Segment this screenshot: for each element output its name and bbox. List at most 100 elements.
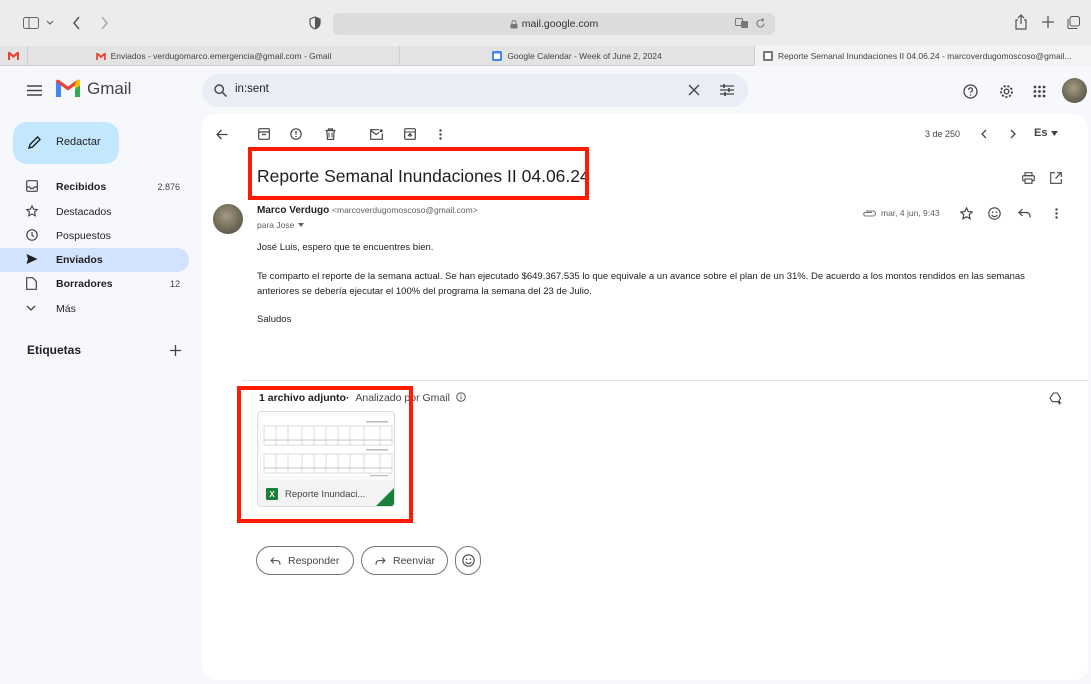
forward-arrow-icon <box>375 556 386 565</box>
clock-icon <box>26 229 38 241</box>
email-date: mar, 4 jun, 9:43 <box>881 208 940 218</box>
gmail-app: Gmail in:sent Redactar Recibidos 2.876 D… <box>0 67 1091 684</box>
sender-email: <marcoverdugomoscoso@gmail.com> <box>332 205 478 215</box>
draft-count: 12 <box>169 279 180 289</box>
search-bar[interactable]: in:sent <box>202 74 748 107</box>
forward-label: Reenviar <box>393 554 436 567</box>
pinned-tab-gmail[interactable] <box>0 46 28 66</box>
sidebar-item-recibidos[interactable]: Recibidos 2.876 <box>0 175 189 199</box>
main-menu-icon[interactable] <box>25 81 43 99</box>
recipients-text: para Jose <box>257 220 295 230</box>
privacy-shield-icon[interactable] <box>307 15 323 31</box>
chevron-down-icon[interactable] <box>45 17 55 29</box>
reply-label: Responder <box>288 554 340 567</box>
address-bar[interactable]: mail.google.com <box>333 13 775 35</box>
sidebar-item-label: Enviados <box>56 254 103 266</box>
sender-avatar[interactable] <box>213 204 243 234</box>
tab-enviados[interactable]: Enviados - verdugomarco.emergencia@gmail… <box>28 46 400 66</box>
chevron-down-icon <box>26 305 36 311</box>
url-text: mail.google.com <box>521 18 599 30</box>
star-icon[interactable] <box>958 205 974 221</box>
reply-icon <box>270 556 281 565</box>
mark-unread-icon[interactable] <box>368 126 384 142</box>
search-options-icon[interactable] <box>720 83 734 97</box>
sidebar-item-label: Pospuestos <box>56 230 111 242</box>
sender-name[interactable]: Marco Verdugo <box>257 205 329 216</box>
more-options-icon[interactable] <box>434 126 446 142</box>
account-avatar[interactable] <box>1062 78 1087 103</box>
document-icon <box>763 51 773 61</box>
search-input[interactable]: in:sent <box>235 83 269 95</box>
tab-overview-icon[interactable] <box>1065 14 1081 30</box>
gmail-logo-icon <box>56 79 80 97</box>
help-icon[interactable] <box>962 83 978 99</box>
attachment-clip-icon <box>861 207 877 219</box>
new-tab-icon[interactable] <box>1040 14 1056 30</box>
message-more-icon[interactable] <box>1051 206 1061 220</box>
unread-count: 2.876 <box>157 182 180 192</box>
sidebar-item-pospuestos[interactable]: Pospuestos <box>0 224 189 248</box>
reply-icon[interactable] <box>1016 206 1032 220</box>
pencil-icon <box>28 136 41 149</box>
apps-grid-icon[interactable] <box>1031 83 1047 99</box>
message-panel: 3 de 250 Es Reporte Semanal Inundaciones… <box>202 114 1088 680</box>
back-to-list-icon[interactable] <box>214 126 230 142</box>
emoji-reply-button[interactable] <box>455 546 481 575</box>
sidebar-toggle-icon[interactable] <box>22 16 40 30</box>
newer-chevron-icon[interactable] <box>977 126 991 142</box>
attachments-divider <box>242 380 1088 381</box>
sidebar-item-destacados[interactable]: Destacados <box>0 200 189 224</box>
calendar-icon <box>492 51 503 61</box>
caret-down-icon <box>298 223 305 227</box>
report-spam-icon[interactable] <box>288 126 304 142</box>
sidebar-item-mas[interactable]: Más <box>0 297 189 321</box>
body-signoff: Saludos <box>257 314 292 325</box>
tab-bar: Enviados - verdugomarco.emergencia@gmail… <box>0 46 1091 66</box>
lock-icon <box>510 19 518 28</box>
sidebar-item-label: Borradores <box>56 278 113 290</box>
search-icon[interactable] <box>214 84 227 97</box>
reload-icon[interactable] <box>755 18 766 29</box>
sidebar-item-borradores[interactable]: Borradores 12 <box>0 272 189 296</box>
input-language-selector[interactable]: Es <box>1034 127 1059 139</box>
move-to-icon[interactable] <box>402 126 418 142</box>
sidebar-item-label: Más <box>56 303 76 315</box>
print-icon[interactable] <box>1020 171 1036 185</box>
browser-toolbar: mail.google.com <box>0 0 1091 46</box>
tab-label: Reporte Semanal Inundaciones II 04.06.24… <box>778 51 1072 61</box>
sidebar-item-enviados[interactable]: Enviados <box>0 248 189 272</box>
translate-icon[interactable] <box>735 18 749 29</box>
add-to-drive-icon[interactable] <box>1048 390 1064 406</box>
caret-down-icon <box>1051 130 1059 136</box>
star-icon <box>26 205 38 217</box>
gmail-logo-icon <box>95 52 106 60</box>
tab-label: Enviados - verdugomarco.emergencia@gmail… <box>110 51 332 61</box>
older-chevron-icon[interactable] <box>1006 126 1020 142</box>
send-icon <box>26 253 38 265</box>
info-icon[interactable] <box>456 392 466 402</box>
forward-button[interactable]: Reenviar <box>361 546 448 575</box>
open-new-window-icon[interactable] <box>1048 171 1064 185</box>
compose-button[interactable]: Redactar <box>13 122 119 164</box>
settings-gear-icon[interactable] <box>998 83 1014 99</box>
tab-google-calendar[interactable]: Google Calendar - Week of June 2, 2024 <box>400 46 755 66</box>
back-icon[interactable] <box>68 14 84 32</box>
draft-file-icon <box>26 277 37 290</box>
delete-trash-icon[interactable] <box>322 126 338 142</box>
clear-search-icon[interactable] <box>688 84 700 96</box>
recipients-toggle[interactable]: para Jose <box>257 220 305 230</box>
sidebar-item-label: Recibidos <box>56 181 107 193</box>
language-label: Es <box>1034 127 1048 139</box>
body-greeting: José Luis, espero que te encuentres bien… <box>257 242 434 253</box>
add-label-icon[interactable] <box>168 343 182 357</box>
archive-icon[interactable] <box>256 126 272 142</box>
reply-button[interactable]: Responder <box>256 546 354 575</box>
tab-label: Google Calendar - Week of June 2, 2024 <box>507 51 662 61</box>
gmail-brand-text: Gmail <box>87 79 132 98</box>
share-icon[interactable] <box>1013 13 1029 31</box>
pager-count: 3 de 250 <box>925 129 961 139</box>
gmail-logo[interactable] <box>56 79 80 97</box>
emoji-reaction-icon[interactable] <box>986 205 1002 221</box>
forward-icon[interactable] <box>96 14 112 32</box>
tab-reporte-semanal[interactable]: Reporte Semanal Inundaciones II 04.06.24… <box>755 46 1091 66</box>
